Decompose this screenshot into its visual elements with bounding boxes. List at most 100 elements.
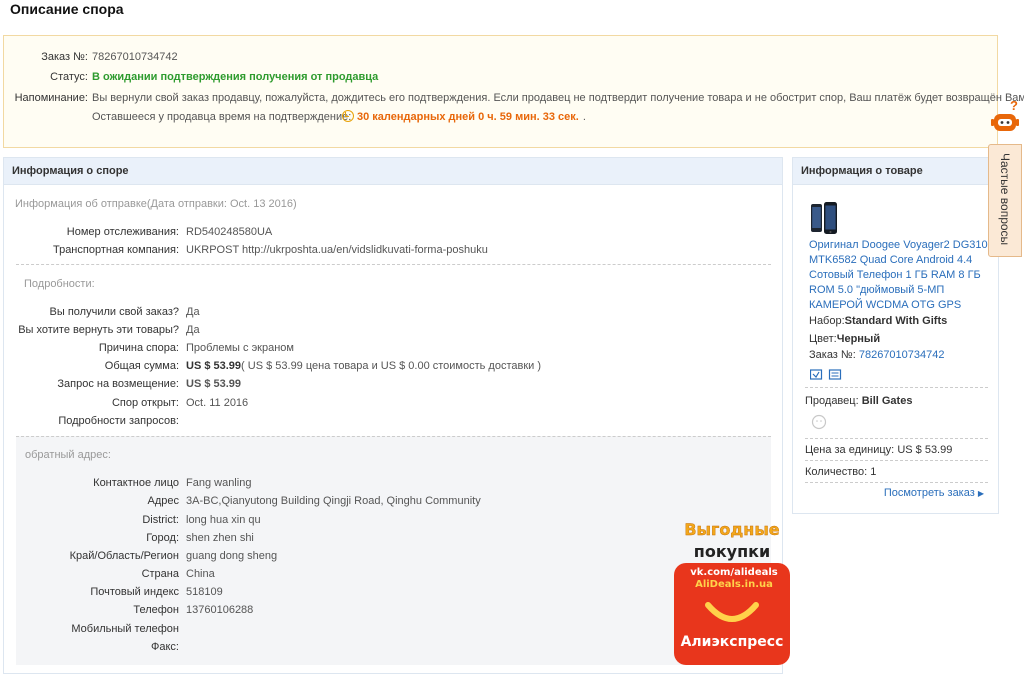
opened-label: Спор открыт: (111, 397, 179, 409)
summary-order-value: 78267010734742 (92, 51, 178, 63)
seller-row: Продавец: Bill Gates (805, 394, 985, 409)
divider (805, 482, 988, 483)
address-label: Почтовый индекс (90, 586, 179, 598)
faq-label[interactable]: Частые вопросы (998, 153, 1012, 245)
help-robot-icon[interactable]: ? (990, 98, 1022, 140)
dispute-panel: Информация о споре Информация об отправк… (3, 157, 783, 674)
refund-row: Запрос на возмещение: US $ 53.99 (4, 376, 764, 392)
summary-status-label: Статус: (50, 71, 88, 83)
product-order: Заказ №: 78267010734742 (809, 348, 989, 363)
product-set-value: Standard With Gifts (844, 315, 948, 327)
address-value: long hua xin qu (186, 514, 261, 526)
summary-reminder-label: Напоминание: (14, 92, 88, 104)
tracking-value: RD540248580UA (186, 226, 273, 238)
address-row: Почтовый индекс 518109 (4, 584, 764, 600)
chevron-right-icon: ▶ (977, 489, 984, 498)
product-set-label: Набор: (809, 315, 845, 327)
address-label: Телефон (133, 604, 179, 616)
page-title: Описание спора (10, 1, 124, 17)
summary-order-label: Заказ №: (41, 51, 88, 63)
return-label: Вы хотите вернуть эти товары? (18, 324, 179, 336)
summary-time-suffix: . (582, 111, 586, 123)
reason-value: Проблемы с экраном (186, 342, 294, 354)
promo-watermark: Выгодные покупки vk.com/alideals AliDeal… (674, 520, 790, 665)
received-label: Вы получили свой заказ? (49, 306, 179, 318)
product-color-value: Черный (836, 333, 881, 345)
address-value: 13760106288 (186, 604, 254, 616)
total-label: Общая сумма: (104, 360, 179, 372)
total-detail: ( US $ 53.99 цена товара и US $ 0.00 сто… (241, 360, 542, 372)
product-order-link[interactable]: 78267010734742 (859, 349, 945, 361)
divider (805, 387, 988, 388)
address-row: Мобильный телефон (4, 621, 764, 637)
address-label: Адрес (147, 495, 180, 507)
summary-time-label: Оставшееся у продавца время на подтвержд… (92, 111, 352, 123)
divider (805, 460, 988, 461)
svg-text:?: ? (1010, 98, 1018, 113)
view-order-label[interactable]: Посмотреть заказ (884, 487, 975, 499)
summary-time-value-wrap: 30 календарных дней 0 ч. 59 мин. 33 сек.… (342, 109, 586, 125)
faq-tab[interactable]: Частые вопросы (988, 144, 1022, 257)
dispute-panel-title: Информация о споре (4, 158, 782, 185)
total-amount: US $ 53.99 (186, 360, 242, 372)
address-value: 518109 (186, 586, 223, 598)
summary-time-value: 30 календарных дней 0 ч. 59 мин. 33 сек. (357, 111, 579, 123)
address-row: Край/Область/Регион guang dong sheng (4, 548, 764, 564)
product-name-link[interactable]: Оригинал Doogee Voyager2 DG310 MTK6582 Q… (809, 238, 989, 313)
address-row: Факс: (4, 639, 764, 655)
snapshot-icon[interactable] (810, 369, 823, 380)
address-label: Контактное лицо (93, 477, 179, 489)
summary-status-value: В ожидании подтверждения получения от пр… (92, 71, 379, 83)
promo-line2: покупки (694, 542, 770, 561)
product-color-label: Цвет: (809, 333, 837, 345)
return-address-block: обратный адрес: Контактное лицо Fang wan… (16, 436, 771, 665)
address-value: China (186, 568, 215, 580)
qty-value: 1 (870, 466, 877, 478)
requests-label: Подробности запросов: (58, 415, 179, 427)
received-row: Вы получили свой заказ? Да (4, 304, 764, 320)
product-color: Цвет:Черный (809, 332, 989, 347)
product-set: Набор:Standard With Gifts (809, 314, 989, 329)
address-label: Город: (146, 532, 179, 544)
product-panel-title: Информация о товаре (793, 158, 998, 185)
tracking-row: Номер отслеживания: RD540248580UA (4, 224, 764, 240)
seller-name[interactable]: Bill Gates (862, 395, 913, 407)
received-value: Да (186, 306, 200, 318)
address-heading: обратный адрес: (25, 449, 111, 461)
opened-value: Oct. 11 2016 (186, 397, 249, 409)
product-order-label: Заказ №: (809, 349, 856, 361)
divider (16, 264, 771, 265)
address-value: shen zhen shi (186, 532, 254, 544)
reason-row: Причина спора: Проблемы с экраном (4, 340, 764, 356)
requests-row: Подробности запросов: (4, 413, 764, 429)
address-row: Контактное лицо Fang wanling (4, 475, 764, 491)
tracking-label: Номер отслеживания: (66, 226, 179, 238)
summary-reminder-value: Вы вернули свой заказ продавцу, пожалуйс… (92, 92, 1024, 104)
promo-url1: vk.com/alideals (690, 567, 778, 578)
reason-label: Причина спора: (98, 342, 179, 354)
address-row: Город: shen zhen shi (4, 530, 764, 546)
carrier-value: UKRPOST http://ukrposhta.ua/en/vidslidku… (186, 244, 488, 256)
seller-chat-icon[interactable] (811, 414, 827, 430)
address-label: Мобильный телефон (71, 623, 179, 635)
total-value: US $ 53.99( US $ 53.99 цена товара и US … (186, 358, 541, 374)
dispute-summary: Заказ №: 78267010734742 Статус: В ожидан… (3, 35, 1024, 148)
address-row: Адрес 3A-BC,Qianyutong Building Qingji R… (4, 493, 764, 509)
address-label: District: (142, 514, 179, 526)
promo-brand: Алиэкспресс (681, 634, 784, 650)
address-label: Край/Область/Регион (69, 550, 179, 562)
refund-label: Запрос на возмещение: (57, 378, 179, 390)
address-row: Телефон 13760106288 (4, 602, 764, 618)
product-thumbnail[interactable] (809, 200, 841, 238)
address-row: District: long hua xin qu (4, 512, 764, 528)
opened-row: Спор открыт: Oct. 11 2016 (4, 395, 764, 411)
promo-url2: AliDeals.in.ua (695, 579, 773, 590)
address-value: Fang wanling (186, 477, 252, 489)
price-value: US $ 53.99 (897, 444, 953, 456)
shipping-info-heading: Информация об отправке(Дата отправки: Oc… (15, 198, 297, 210)
address-label: Страна (141, 568, 179, 580)
clock-icon (342, 110, 354, 122)
refund-value: US $ 53.99 (186, 378, 242, 390)
view-order-link[interactable]: Посмотреть заказ ▶ (884, 487, 984, 499)
order-details-icon[interactable] (828, 369, 842, 380)
